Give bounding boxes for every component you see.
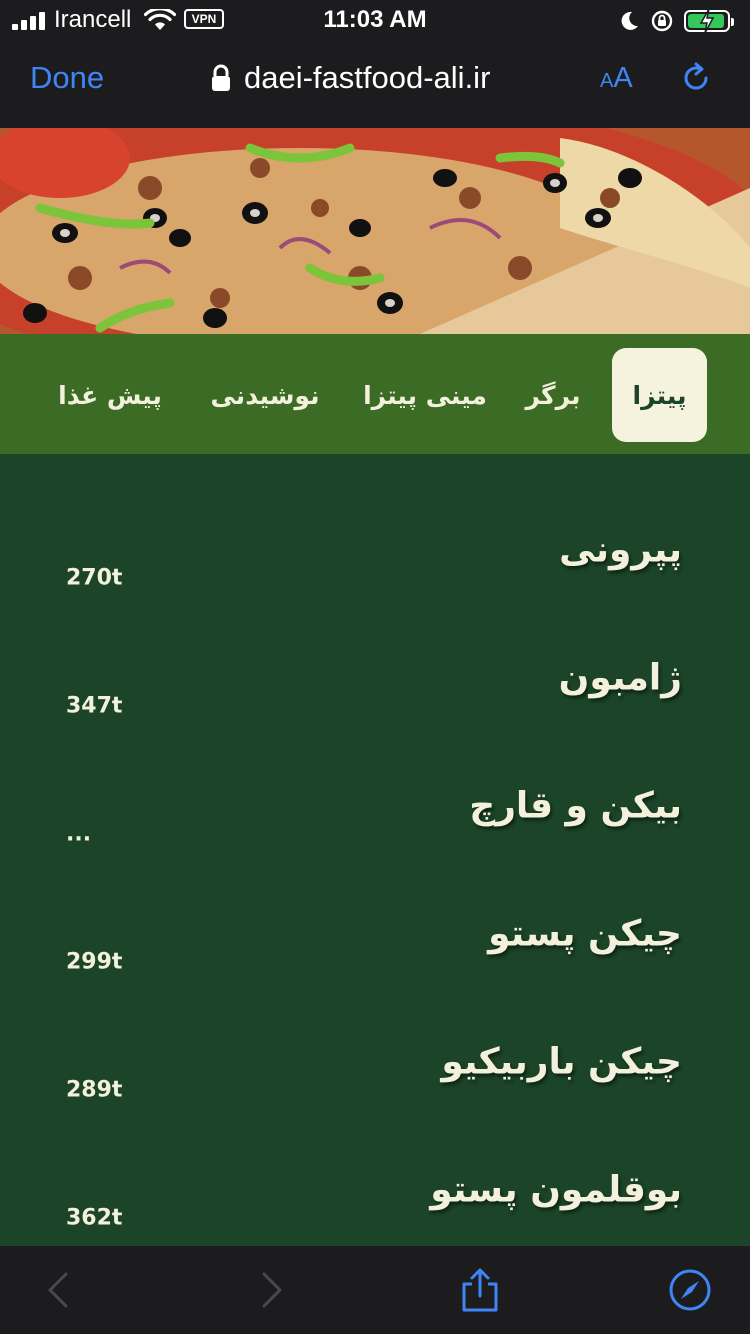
item-name: پپرونی — [559, 529, 682, 571]
item-price: 299t — [66, 949, 123, 975]
list-item[interactable]: چیکن پستو 299t — [0, 866, 750, 994]
list-item[interactable]: چیکن باربیکیو 289t — [0, 994, 750, 1122]
tab-pizza[interactable]: پیتزا — [612, 348, 707, 442]
share-icon[interactable] — [458, 1268, 502, 1312]
browser-top-bar: Irancell VPN 11:03 AM Done daei-fastfood… — [0, 0, 750, 128]
item-price: ... — [66, 821, 92, 847]
list-item[interactable]: بیکن و قارچ ... — [0, 738, 750, 866]
charging-bolt-icon — [699, 8, 715, 34]
tab-mini-pizza[interactable]: مینی پیتزا — [360, 348, 490, 442]
list-item[interactable]: بوقلمون پستو 362t — [0, 1122, 750, 1250]
pizza-hero-image — [0, 128, 750, 334]
item-name: چیکن باربیکیو — [441, 1041, 682, 1083]
url-field[interactable]: daei-fastfood-ali.ir — [210, 58, 490, 98]
item-name: بوقلمون پستو — [430, 1169, 682, 1211]
tab-drinks[interactable]: نوشیدنی — [205, 348, 325, 442]
item-price: 362t — [66, 1205, 123, 1231]
battery-icon — [684, 8, 734, 34]
item-price: 289t — [66, 1077, 123, 1103]
list-item[interactable]: پپرونی 270t — [0, 482, 750, 610]
tab-burger[interactable]: برگر — [518, 348, 588, 442]
screen: Irancell VPN 11:03 AM Done daei-fastfood… — [0, 0, 750, 1334]
category-tabs: پیتزا برگر مینی پیتزا نوشیدنی پیش غذا — [0, 334, 750, 454]
back-icon[interactable] — [36, 1268, 80, 1312]
done-button[interactable]: Done — [30, 60, 104, 96]
status-bar: Irancell VPN 11:03 AM — [0, 0, 750, 40]
page-url: daei-fastfood-ali.ir — [244, 60, 491, 95]
item-name: ژامبون — [558, 657, 682, 699]
item-price: 270t — [66, 565, 123, 591]
item-name: بیکن و قارچ — [469, 785, 682, 827]
rotation-lock-icon — [651, 10, 673, 32]
forward-icon[interactable] — [250, 1268, 294, 1312]
text-size-button[interactable]: AA — [600, 62, 633, 95]
browser-bottom-toolbar — [0, 1246, 750, 1334]
menu-list: پپرونی 270t ژامبون 347t بیکن و قارچ ... … — [0, 454, 750, 1246]
item-name: چیکن پستو — [488, 913, 682, 955]
item-price: 347t — [66, 693, 123, 719]
tab-appetizers[interactable]: پیش غذا — [50, 348, 170, 442]
do-not-disturb-moon-icon — [621, 11, 638, 30]
address-bar: Done daei-fastfood-ali.ir AA — [0, 48, 750, 112]
reload-icon[interactable] — [678, 60, 714, 96]
compass-icon[interactable] — [668, 1268, 712, 1312]
list-item[interactable]: ژامبون 347t — [0, 610, 750, 738]
lock-icon — [212, 64, 230, 91]
